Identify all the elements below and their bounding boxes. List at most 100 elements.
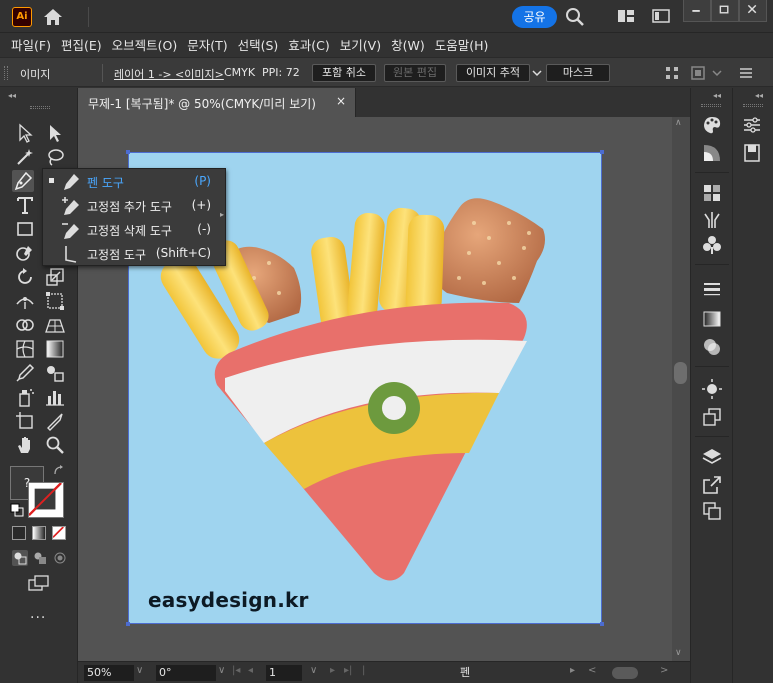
share-button[interactable]: 공유 [512,6,557,28]
artboard-menu-icon[interactable]: | [362,665,365,676]
direct-selection-tool-icon[interactable] [44,122,66,144]
flyout-item-anchor-point[interactable]: 고정점 도구 (Shift+C) [43,242,227,266]
rotate-tool-icon[interactable] [14,266,36,288]
shape-builder-tool-icon[interactable] [14,314,36,336]
eyedropper-tool-icon[interactable] [14,362,36,384]
horizontal-scroll-thumb[interactable] [612,667,638,679]
menu-edit[interactable]: 편집(E) [56,35,107,54]
free-transform-tool-icon[interactable] [44,290,66,312]
color-mode-button[interactable] [12,526,26,540]
edit-original-button[interactable]: 원본 편집 [384,64,446,82]
status-menu-icon[interactable]: ▸ [570,665,575,676]
shaper-tool-icon[interactable] [14,242,36,264]
gradient-tool-icon[interactable] [44,338,66,360]
scroll-down-icon[interactable]: ∨ [675,648,682,658]
unembed-button[interactable]: 포함 취소 [312,64,376,82]
layer-path-link[interactable]: 레이어 1 -> <이미지> [114,66,224,82]
artboard-number-field[interactable]: 1 [266,665,302,681]
collapse-toolbar-icon[interactable]: ◂◂ [8,91,16,100]
transform-icon[interactable] [690,65,706,81]
flyout-tearoff-icon[interactable]: ▸ [220,210,224,219]
zoom-field[interactable]: 50% [84,665,134,681]
lasso-tool-icon[interactable] [44,146,66,168]
vertical-scroll-thumb[interactable] [674,362,687,384]
width-tool-icon[interactable] [14,290,36,312]
rectangle-tool-icon[interactable] [14,218,36,240]
draw-behind-icon[interactable] [32,550,48,566]
draw-inside-icon[interactable] [52,550,68,566]
swatches-panel-icon[interactable] [701,182,723,204]
edit-toolbar-button[interactable]: ... [30,606,46,622]
mesh-tool-icon[interactable] [14,338,36,360]
last-artboard-icon[interactable]: ▸| [344,665,352,676]
flyout-item-add-anchor[interactable]: 고정점 추가 도구 (+) [43,194,227,218]
scale-tool-icon[interactable] [44,266,66,288]
symbols-panel-icon[interactable] [701,234,723,256]
collapse-dock-2-icon[interactable]: ◂◂ [755,91,763,100]
appearance-panel-icon[interactable] [701,378,723,400]
scroll-up-icon[interactable]: ∧ [675,118,682,128]
hand-tool-icon[interactable] [14,434,36,456]
screen-mode-icon[interactable] [28,574,50,592]
export-panel-icon[interactable] [701,474,723,496]
prev-artboard-icon[interactable]: ◂ [248,665,253,676]
maximize-button[interactable] [711,0,739,22]
artboard-handle-bottom-left[interactable] [126,622,130,626]
toolbar-grip[interactable] [30,106,50,109]
workspace-switcher-icon[interactable] [652,9,670,23]
perspective-grid-tool-icon[interactable] [44,314,66,336]
artboard-handle-top-right[interactable] [600,150,604,154]
stroke-panel-icon[interactable] [701,278,723,300]
color-panel-icon[interactable] [701,114,723,136]
dock-2-grip[interactable] [743,104,763,107]
rotate-view-field[interactable]: 0° [156,665,216,681]
rotate-dropdown-icon[interactable]: ∨ [218,665,225,676]
image-trace-dropdown-icon[interactable] [531,67,543,79]
artboard-handle-bottom-right[interactable] [600,622,604,626]
draw-normal-icon[interactable] [12,550,28,566]
hscroll-left-icon[interactable]: < [588,665,596,676]
close-tab-icon[interactable]: × [336,94,346,108]
flyout-item-delete-anchor[interactable]: 고정점 삭제 도구 (-) [43,218,227,242]
column-graph-tool-icon[interactable] [44,386,66,408]
blend-tool-icon[interactable] [44,362,66,384]
document-tab[interactable]: 무제-1 [복구됨]* @ 50%(CMYK/미리 보기) [78,88,356,117]
pen-tool-icon[interactable] [12,170,34,192]
menu-help[interactable]: 도움말(H) [430,35,494,54]
close-window-button[interactable] [739,0,767,22]
artboards-panel-icon[interactable] [701,500,723,522]
type-tool-icon[interactable] [14,194,36,216]
layers-panel-icon[interactable] [701,446,723,468]
stroke-swatch[interactable] [28,482,64,518]
menu-window[interactable]: 창(W) [386,35,430,54]
default-fill-stroke-icon[interactable] [10,503,24,517]
search-icon[interactable] [564,6,586,28]
menu-type[interactable]: 문자(T) [182,35,232,54]
zoom-tool-icon[interactable] [44,434,66,456]
color-guide-icon[interactable] [701,142,723,164]
slice-tool-icon[interactable] [44,410,66,432]
graphic-styles-icon[interactable] [701,406,723,428]
none-mode-button[interactable] [52,526,66,540]
control-bar-grip[interactable] [4,66,8,80]
menu-file[interactable]: 파일(F) [6,35,56,54]
mask-button[interactable]: 마스크 [546,64,610,82]
swap-fill-stroke-icon[interactable] [52,464,66,478]
magic-wand-tool-icon[interactable] [14,146,36,168]
gradient-mode-button[interactable] [32,526,46,540]
collapse-dock-1-icon[interactable]: ◂◂ [713,91,721,100]
transparency-panel-icon[interactable] [701,336,723,358]
artboard-handle-top-left[interactable] [126,150,130,154]
hscroll-right-icon[interactable]: > [660,665,668,676]
vertical-scrollbar[interactable] [672,117,690,661]
libraries-panel-icon[interactable] [741,142,763,164]
next-artboard-icon[interactable]: ▸ [330,665,335,676]
brushes-panel-icon[interactable] [701,208,723,230]
artboard-tool-icon[interactable] [14,410,36,432]
transform-dropdown-icon[interactable] [711,67,723,79]
flyout-item-pen[interactable]: 펜 도구 (P) [43,170,227,194]
menu-select[interactable]: 선택(S) [233,35,284,54]
symbol-sprayer-tool-icon[interactable] [14,386,36,408]
gradient-panel-icon[interactable] [701,308,723,330]
properties-panel-icon[interactable] [741,114,763,136]
